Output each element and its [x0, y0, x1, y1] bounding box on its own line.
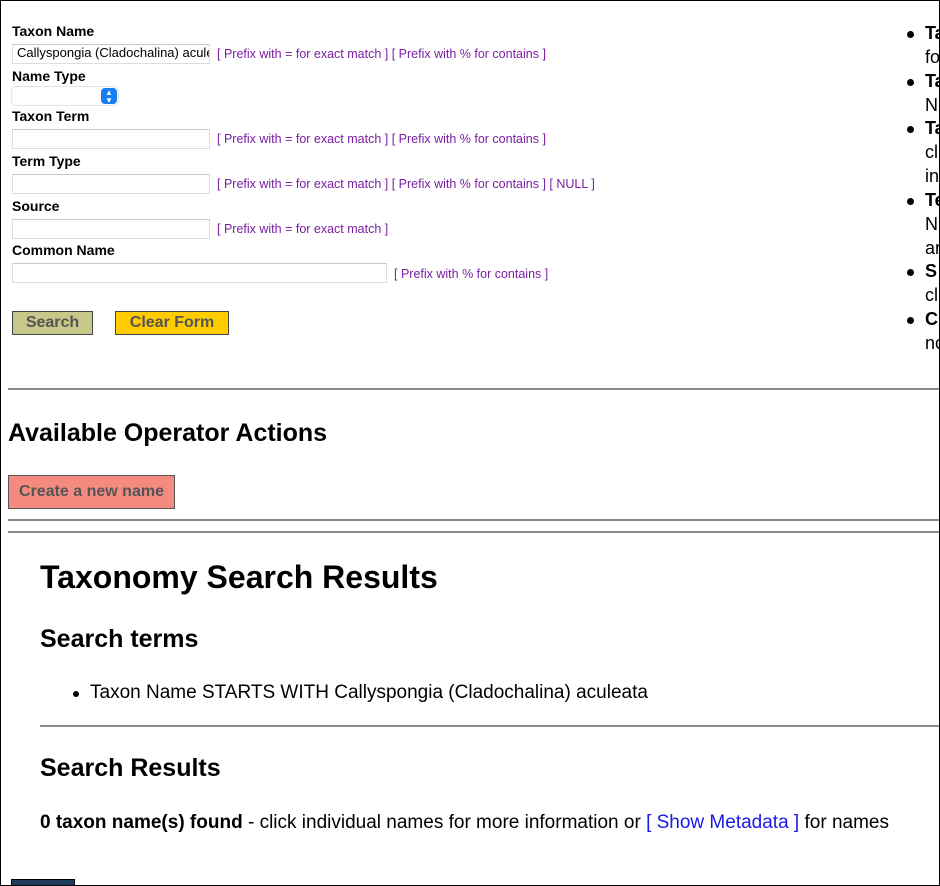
- help-item-text: fo: [925, 47, 940, 67]
- results-summary-tail: for names: [799, 812, 889, 833]
- help-item: C: [925, 309, 938, 329]
- help-item-text: N: [925, 95, 938, 115]
- term-type-input[interactable]: [12, 174, 210, 194]
- results-summary-text: - click individual names for more inform…: [242, 812, 647, 833]
- search-button[interactable]: Search: [12, 311, 93, 335]
- source-hint: [ Prefix with = for exact match ]: [217, 222, 389, 236]
- help-item: Ta: [925, 23, 939, 43]
- help-item: Ta: [925, 71, 939, 91]
- operator-actions-heading: Available Operator Actions: [8, 419, 328, 447]
- results-summary: 0 taxon name(s) found - click individual…: [40, 812, 889, 834]
- help-item: S: [925, 261, 938, 281]
- help-item-text: in: [925, 166, 940, 186]
- taxon-term-label: Taxon Term: [12, 108, 90, 124]
- name-type-select[interactable]: ▴ ▾: [12, 87, 118, 105]
- divider: [40, 725, 939, 727]
- bullet-icon: [907, 31, 914, 38]
- help-item: Ta: [925, 118, 939, 138]
- name-type-label: Name Type: [12, 68, 86, 84]
- taxon-term-hint: [ Prefix with = for exact match ] [ Pref…: [217, 132, 546, 146]
- divider: [8, 519, 939, 521]
- divider: [8, 388, 939, 390]
- help-item-text: N: [925, 214, 938, 234]
- divider: [8, 531, 939, 533]
- taxon-name-label: Taxon Name: [12, 23, 95, 39]
- help-item-text: cl: [925, 142, 938, 162]
- help-item: Te: [925, 190, 939, 210]
- taxon-term-input[interactable]: [12, 129, 210, 149]
- select-arrows-icon: ▴ ▾: [101, 88, 117, 105]
- show-metadata-link[interactable]: [ Show Metadata ]: [646, 812, 799, 833]
- common-name-hint: [ Prefix with % for contains ]: [394, 267, 549, 281]
- term-type-hint: [ Prefix with = for exact match ] [ Pref…: [217, 177, 595, 191]
- search-term-item: Taxon Name STARTS WITH Callyspongia (Cla…: [90, 682, 648, 703]
- clear-form-button[interactable]: Clear Form: [115, 311, 229, 335]
- source-label: Source: [12, 198, 60, 214]
- common-name-input[interactable]: [12, 263, 387, 283]
- term-type-label: Term Type: [12, 153, 81, 169]
- help-item-text: ar: [925, 238, 940, 258]
- bullet-icon: [73, 691, 79, 697]
- bullet-icon: [907, 198, 914, 205]
- bullet-icon: [907, 269, 914, 276]
- results-count: 0 taxon name(s) found: [40, 812, 243, 833]
- source-input[interactable]: [12, 219, 210, 239]
- taxon-name-input[interactable]: Callyspongia (Cladochalina) aculeata: [12, 44, 210, 64]
- help-item-text: nc: [925, 333, 939, 353]
- taxon-name-hint: [ Prefix with = for exact match ] [ Pref…: [217, 47, 546, 61]
- search-terms-heading: Search terms: [40, 625, 199, 653]
- search-results-heading: Search Results: [40, 754, 221, 782]
- results-title: Taxonomy Search Results: [40, 559, 438, 595]
- bullet-icon: [907, 126, 914, 133]
- bullet-icon: [907, 79, 914, 86]
- bullet-icon: [907, 317, 914, 324]
- bottom-button-partial[interactable]: [11, 879, 75, 885]
- common-name-label: Common Name: [12, 242, 115, 258]
- help-item-text: cl: [925, 285, 938, 305]
- create-new-name-button[interactable]: Create a new name: [8, 475, 175, 509]
- page-frame: Taxon Name Callyspongia (Cladochalina) a…: [0, 0, 940, 886]
